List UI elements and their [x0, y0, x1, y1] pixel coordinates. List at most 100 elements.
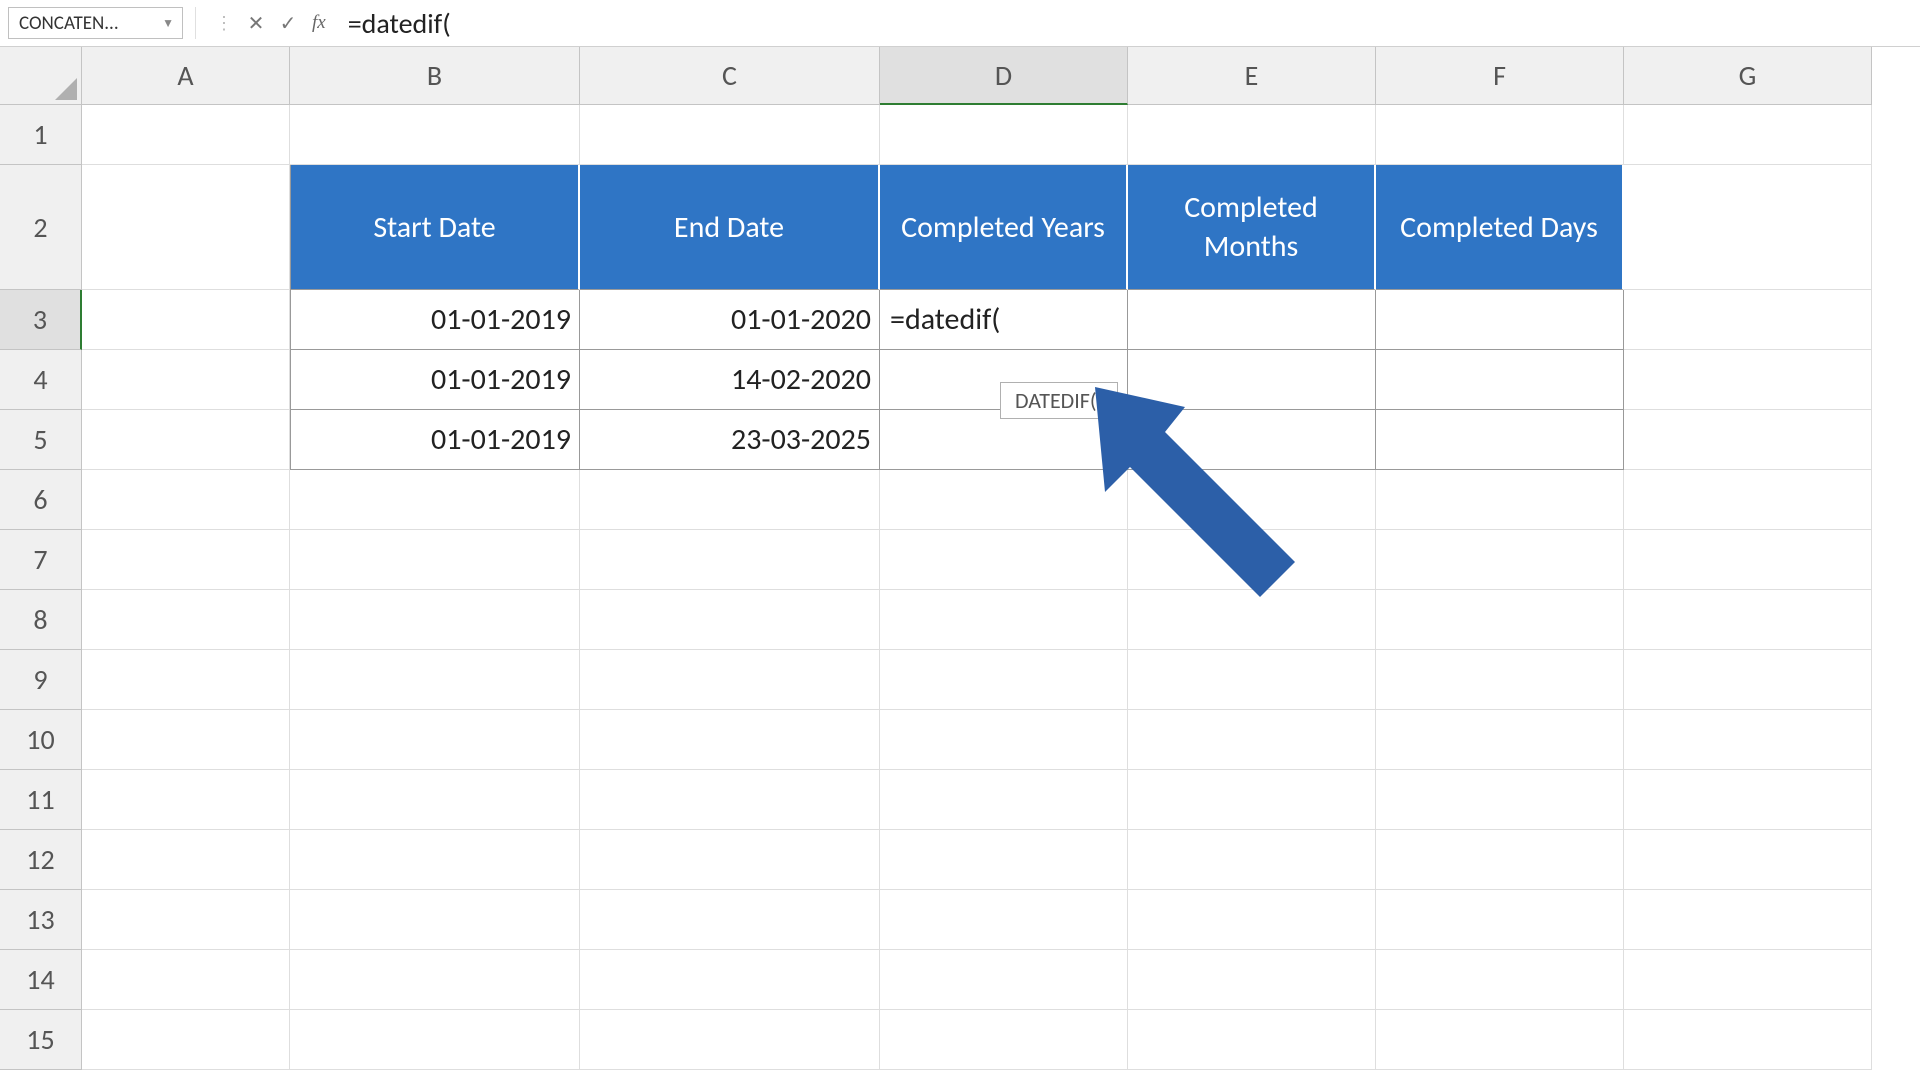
cell[interactable] — [1376, 890, 1624, 950]
cell[interactable] — [580, 590, 880, 650]
cell[interactable] — [290, 770, 580, 830]
cell[interactable] — [1128, 1010, 1376, 1070]
cell[interactable] — [290, 950, 580, 1010]
cell[interactable] — [580, 710, 880, 770]
cell[interactable] — [290, 650, 580, 710]
cell[interactable] — [1376, 105, 1624, 165]
cell[interactable] — [290, 830, 580, 890]
cell-start-date[interactable]: 01-01-2019 — [290, 290, 580, 350]
cell-end-date[interactable]: 01-01-2020 — [580, 290, 880, 350]
cell[interactable] — [580, 650, 880, 710]
column-header-b[interactable]: B — [290, 47, 580, 105]
cell[interactable] — [1128, 350, 1376, 410]
cell[interactable] — [1376, 650, 1624, 710]
active-cell[interactable]: =datedif( — [880, 290, 1128, 350]
cell[interactable] — [1128, 950, 1376, 1010]
row-header-5[interactable]: 5 — [0, 410, 82, 470]
cell[interactable] — [880, 710, 1128, 770]
column-header-f[interactable]: F — [1376, 47, 1624, 105]
cell[interactable] — [1128, 710, 1376, 770]
cell[interactable] — [1624, 890, 1872, 950]
cell[interactable] — [1624, 105, 1872, 165]
cell[interactable] — [82, 590, 290, 650]
cell[interactable] — [1624, 770, 1872, 830]
cell[interactable] — [82, 470, 290, 530]
column-header-c[interactable]: C — [580, 47, 880, 105]
cell[interactable] — [880, 1010, 1128, 1070]
cell[interactable] — [1624, 410, 1872, 470]
row-header-8[interactable]: 8 — [0, 590, 82, 650]
cell[interactable] — [880, 470, 1128, 530]
cell-end-date[interactable]: 23-03-2025 — [580, 410, 880, 470]
cell[interactable] — [82, 890, 290, 950]
cell[interactable] — [880, 530, 1128, 590]
cell[interactable] — [1624, 830, 1872, 890]
cell[interactable] — [290, 470, 580, 530]
cell[interactable] — [580, 890, 880, 950]
row-header-2[interactable]: 2 — [0, 165, 82, 290]
row-header-1[interactable]: 1 — [0, 105, 82, 165]
row-header-9[interactable]: 9 — [0, 650, 82, 710]
cell[interactable] — [1376, 1010, 1624, 1070]
row-header-15[interactable]: 15 — [0, 1010, 82, 1070]
row-header-6[interactable]: 6 — [0, 470, 82, 530]
cell[interactable] — [1376, 350, 1624, 410]
cell[interactable] — [290, 530, 580, 590]
cell[interactable] — [82, 830, 290, 890]
cell[interactable] — [1128, 650, 1376, 710]
cell[interactable] — [290, 590, 580, 650]
cell[interactable] — [1376, 290, 1624, 350]
row-header-4[interactable]: 4 — [0, 350, 82, 410]
cell[interactable] — [580, 1010, 880, 1070]
cell[interactable] — [1128, 590, 1376, 650]
row-header-11[interactable]: 11 — [0, 770, 82, 830]
row-header-14[interactable]: 14 — [0, 950, 82, 1010]
fx-label[interactable]: fx — [312, 12, 326, 34]
cell[interactable] — [1376, 410, 1624, 470]
cell[interactable] — [880, 590, 1128, 650]
cell[interactable] — [1128, 410, 1376, 470]
cell[interactable] — [1376, 530, 1624, 590]
more-icon[interactable]: ⋮ — [208, 7, 240, 39]
table-header-start-date[interactable]: Start Date — [290, 165, 580, 290]
cell[interactable] — [1128, 770, 1376, 830]
cell[interactable] — [82, 350, 290, 410]
cell[interactable] — [880, 650, 1128, 710]
cell[interactable] — [290, 105, 580, 165]
cell[interactable] — [580, 470, 880, 530]
cell[interactable] — [1624, 165, 1872, 290]
cell[interactable] — [290, 890, 580, 950]
cell[interactable] — [1624, 590, 1872, 650]
cell[interactable] — [1376, 470, 1624, 530]
cell[interactable] — [290, 1010, 580, 1070]
cell[interactable] — [1376, 590, 1624, 650]
cell[interactable] — [82, 650, 290, 710]
cell[interactable] — [82, 165, 290, 290]
cell[interactable] — [1128, 830, 1376, 890]
cell-start-date[interactable]: 01-01-2019 — [290, 350, 580, 410]
cell[interactable] — [1624, 650, 1872, 710]
cell[interactable] — [1624, 530, 1872, 590]
cell-end-date[interactable]: 14-02-2020 — [580, 350, 880, 410]
cell[interactable] — [580, 950, 880, 1010]
cell[interactable] — [1376, 710, 1624, 770]
column-header-e[interactable]: E — [1128, 47, 1376, 105]
cell[interactable] — [82, 290, 290, 350]
cell[interactable] — [1128, 290, 1376, 350]
cell[interactable] — [580, 105, 880, 165]
cell[interactable] — [1624, 1010, 1872, 1070]
row-header-13[interactable]: 13 — [0, 890, 82, 950]
accept-icon[interactable]: ✓ — [272, 7, 304, 39]
cell[interactable] — [1376, 950, 1624, 1010]
cell[interactable] — [1128, 890, 1376, 950]
column-header-a[interactable]: A — [82, 47, 290, 105]
cancel-icon[interactable]: ✕ — [240, 7, 272, 39]
cell[interactable] — [880, 950, 1128, 1010]
cell[interactable] — [1624, 950, 1872, 1010]
cell[interactable] — [880, 890, 1128, 950]
table-header-end-date[interactable]: End Date — [580, 165, 880, 290]
cell[interactable] — [1624, 290, 1872, 350]
cell[interactable] — [1128, 530, 1376, 590]
cell-start-date[interactable]: 01-01-2019 — [290, 410, 580, 470]
cell[interactable] — [1376, 770, 1624, 830]
